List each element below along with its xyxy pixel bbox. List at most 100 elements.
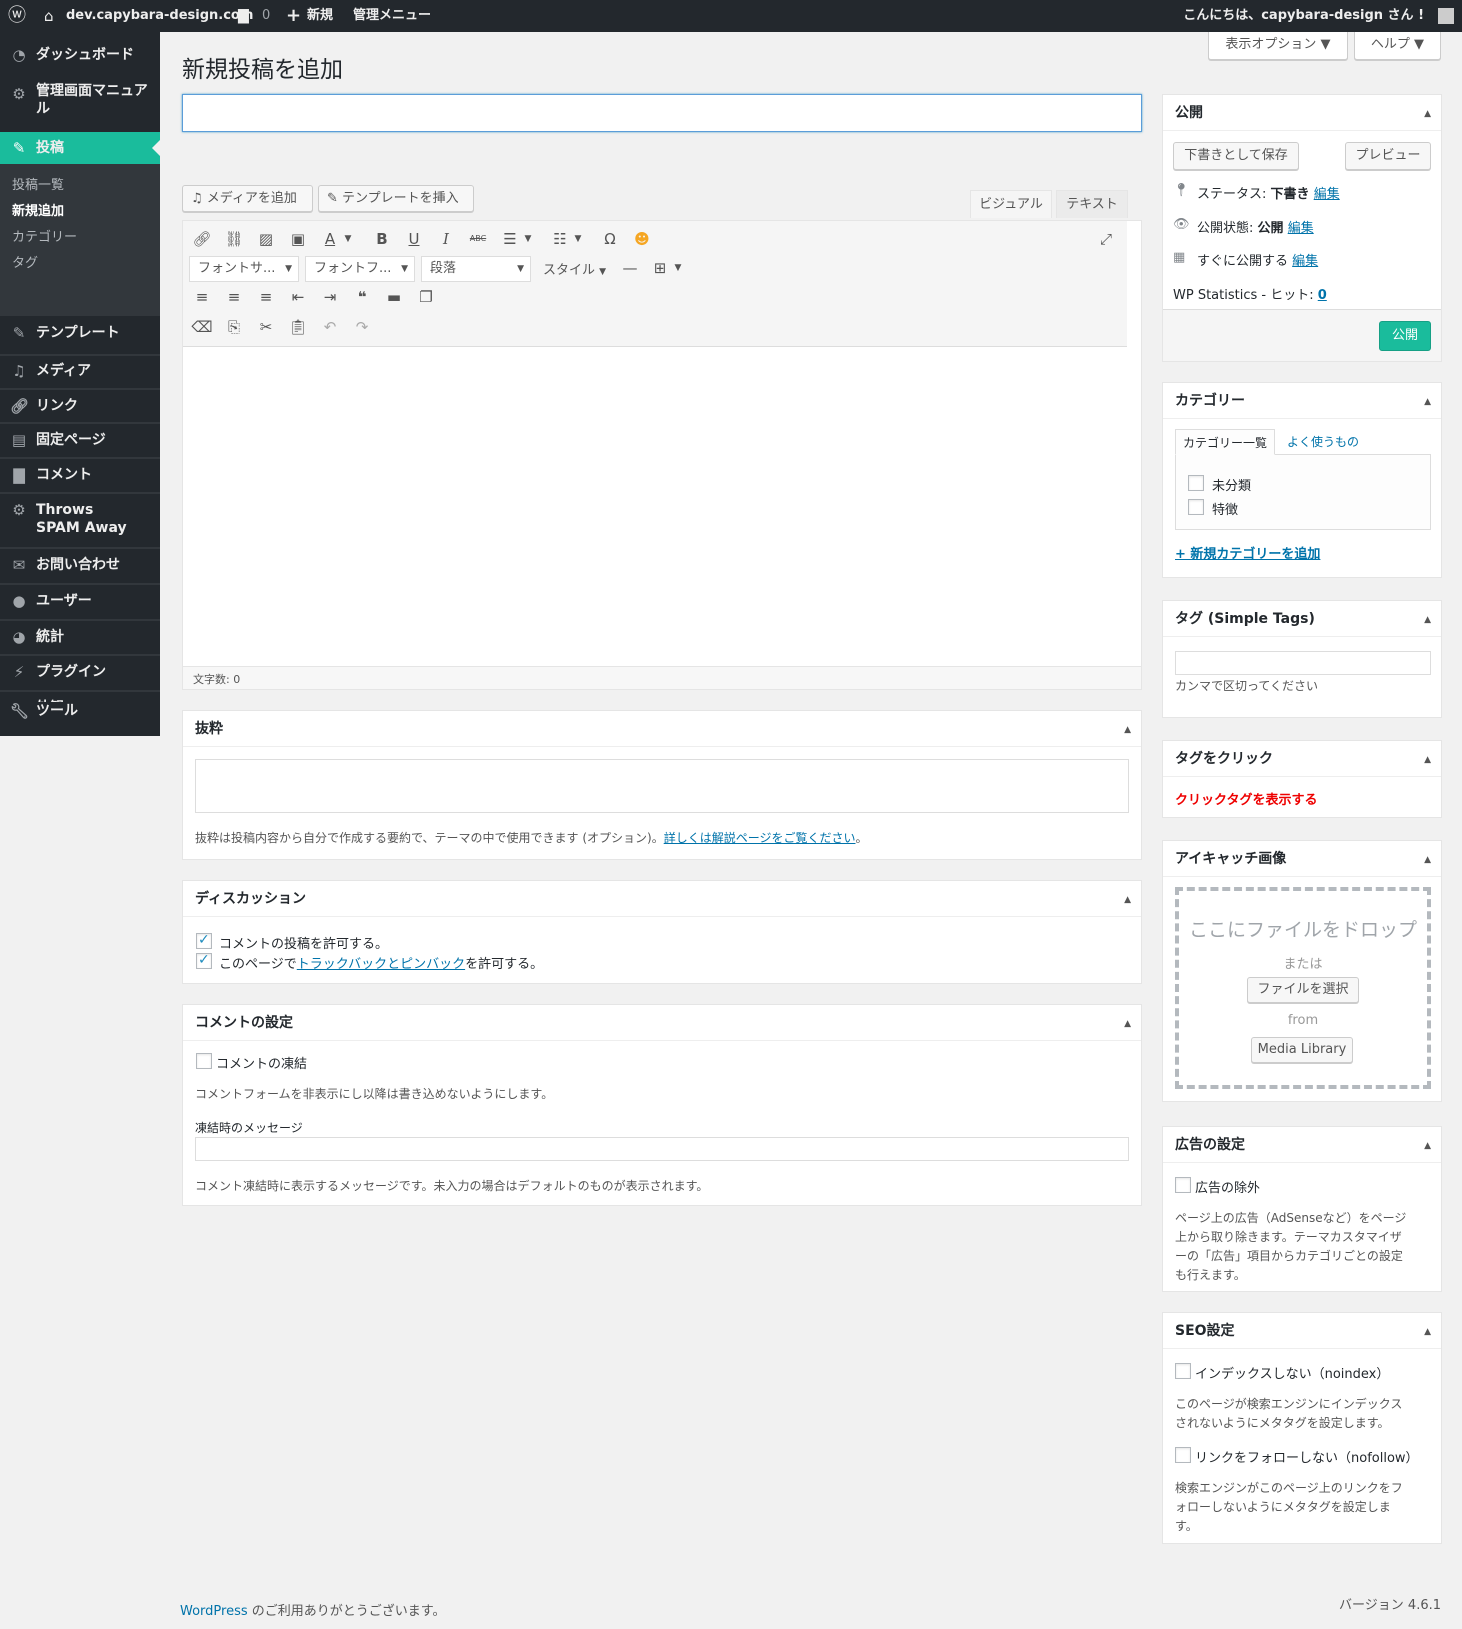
- add-category-link[interactable]: + 新規カテゴリーを追加: [1175, 543, 1320, 562]
- collapse-arrow-icon[interactable]: ▲: [1424, 615, 1431, 625]
- add-media-button[interactable]: ♫ メディアを追加: [182, 185, 313, 212]
- italic-icon[interactable]: I: [435, 228, 457, 250]
- paste-icon[interactable]: 📋︎: [287, 316, 309, 338]
- submenu-add-new[interactable]: 新規追加: [12, 200, 64, 219]
- tab-all-categories[interactable]: カテゴリー一覧: [1175, 429, 1275, 455]
- edit-visibility-link[interactable]: 編集: [1288, 221, 1314, 236]
- wordpress-logo-icon[interactable]: ⓦ: [8, 0, 26, 32]
- noindex-checkbox[interactable]: [1175, 1363, 1191, 1379]
- sidebar-item-users[interactable]: ● ユーザー: [0, 592, 160, 616]
- unlink-icon[interactable]: ⛓: [223, 228, 245, 250]
- new-content-link[interactable]: 新規: [307, 0, 333, 32]
- sidebar-item-contact[interactable]: ✉ お問い合わせ: [0, 556, 160, 580]
- copy-icon[interactable]: ⎘: [223, 316, 245, 338]
- chevron-down-icon[interactable]: ▼: [337, 228, 359, 250]
- excerpt-textarea[interactable]: [195, 759, 1129, 813]
- edit-schedule-link[interactable]: 編集: [1292, 254, 1318, 269]
- collapse-arrow-icon[interactable]: ▲: [1124, 725, 1131, 735]
- drop-zone[interactable]: ここにファイルをドロップ または ファイルを選択 from Media Libr…: [1175, 887, 1431, 1089]
- redo-icon[interactable]: ↷: [351, 316, 373, 338]
- eyecatch-title[interactable]: アイキャッチ画像: [1163, 841, 1441, 877]
- strikethrough-icon[interactable]: ABC: [467, 228, 489, 250]
- select-file-button[interactable]: ファイルを選択: [1247, 977, 1359, 1003]
- discussion-title[interactable]: ディスカッション: [183, 881, 1141, 917]
- allow-comments-checkbox[interactable]: [196, 932, 212, 949]
- excerpt-title[interactable]: 抜粋: [183, 711, 1141, 747]
- click-tags-title[interactable]: タグをクリック: [1163, 741, 1441, 777]
- submenu-tags[interactable]: タグ: [12, 252, 38, 271]
- image-icon[interactable]: ▨: [255, 228, 277, 250]
- underline-icon[interactable]: U: [403, 228, 425, 250]
- chevron-down-icon[interactable]: ▼: [517, 228, 539, 250]
- align-left-icon[interactable]: ≡: [191, 286, 213, 308]
- show-click-tags-link[interactable]: クリックタグを表示する: [1175, 789, 1317, 808]
- freeze-message-input[interactable]: [195, 1137, 1129, 1161]
- sidebar-item-templates[interactable]: ✎ テンプレート: [0, 324, 160, 348]
- home-icon[interactable]: ⌂: [44, 0, 54, 32]
- styles-select[interactable]: スタイル ▼: [543, 259, 606, 278]
- post-title-input[interactable]: [182, 94, 1142, 132]
- editor-content-area[interactable]: [183, 348, 1141, 666]
- wp-stats-value[interactable]: 0: [1318, 288, 1327, 303]
- avatar[interactable]: [1438, 8, 1454, 24]
- comment-settings-title[interactable]: コメントの設定: [183, 1005, 1141, 1041]
- video-icon[interactable]: ▣: [287, 228, 309, 250]
- collapse-arrow-icon[interactable]: ▲: [1424, 1327, 1431, 1337]
- bold-icon[interactable]: B: [371, 228, 393, 250]
- sidebar-item-dashboard[interactable]: ◔ ダッシュボード: [0, 46, 160, 74]
- ads-title[interactable]: 広告の設定: [1163, 1127, 1441, 1163]
- insert-template-button[interactable]: ✎ テンプレートを挿入: [318, 185, 474, 212]
- save-draft-button[interactable]: 下書きとして保存: [1173, 142, 1299, 170]
- seo-title[interactable]: SEO設定: [1163, 1313, 1441, 1349]
- link-icon[interactable]: 🔗︎: [191, 228, 213, 250]
- categories-title[interactable]: カテゴリー: [1163, 383, 1441, 419]
- category-checkbox[interactable]: [1188, 499, 1204, 515]
- sidebar-item-comments[interactable]: ▇ コメント: [0, 466, 160, 490]
- omega-icon[interactable]: Ω: [599, 228, 621, 250]
- align-right-icon[interactable]: ≡: [255, 286, 277, 308]
- sidebar-item-media[interactable]: ♫ メディア: [0, 362, 160, 386]
- align-center-icon[interactable]: ≡: [223, 286, 245, 308]
- sidebar-item-tools[interactable]: 🔧︎ ツール: [0, 702, 160, 726]
- eraser-icon[interactable]: ⌫: [191, 316, 213, 338]
- more-tag-icon[interactable]: ▬: [383, 286, 405, 308]
- wordpress-link[interactable]: WordPress: [180, 1604, 248, 1619]
- chevron-down-icon[interactable]: ▼: [667, 257, 689, 279]
- chevron-down-icon[interactable]: ▼: [567, 228, 589, 250]
- tab-popular-categories[interactable]: よく使うもの: [1287, 429, 1359, 455]
- emoji-icon[interactable]: ☻: [631, 228, 653, 250]
- comments-count[interactable]: 0: [262, 0, 270, 32]
- sidebar-item-throws-spam-away[interactable]: ⚙ Throws SPAM Away: [0, 501, 160, 541]
- sidebar-item-manual[interactable]: ⚙ 管理画面マニュアル: [0, 82, 160, 122]
- admin-menu-link[interactable]: 管理メニュー: [353, 0, 431, 32]
- collapse-arrow-icon[interactable]: ▲: [1424, 855, 1431, 865]
- help-button[interactable]: ヘルプ ▼: [1354, 32, 1441, 60]
- undo-icon[interactable]: ↶: [319, 316, 341, 338]
- cut-icon[interactable]: ✂: [255, 316, 277, 338]
- submenu-categories[interactable]: カテゴリー: [12, 226, 77, 245]
- exclude-ads-checkbox[interactable]: [1175, 1177, 1191, 1193]
- submenu-all-posts[interactable]: 投稿一覧: [12, 174, 64, 193]
- category-checkbox[interactable]: [1188, 475, 1204, 491]
- preview-button[interactable]: プレビュー: [1345, 142, 1431, 170]
- tags-input[interactable]: [1175, 651, 1431, 675]
- site-name-link[interactable]: dev.capybara-design.com: [66, 0, 253, 32]
- sidebar-item-posts[interactable]: ✎ 投稿: [0, 132, 160, 164]
- outdent-icon[interactable]: ⇤: [287, 286, 309, 308]
- collapse-arrow-icon[interactable]: ▲: [1424, 397, 1431, 407]
- blockquote-icon[interactable]: ❝: [351, 286, 373, 308]
- comment-icon[interactable]: ▇: [238, 0, 249, 32]
- tab-text[interactable]: テキスト: [1056, 190, 1128, 218]
- indent-icon[interactable]: ⇥: [319, 286, 341, 308]
- collapse-arrow-icon[interactable]: ▲: [1124, 1019, 1131, 1029]
- paragraph-select[interactable]: 段落 ▼: [421, 256, 531, 282]
- freeze-comments-checkbox[interactable]: [196, 1053, 212, 1069]
- collapse-arrow-icon[interactable]: ▲: [1424, 109, 1431, 119]
- sidebar-item-stats[interactable]: ◕ 統計: [0, 628, 160, 652]
- media-library-button[interactable]: Media Library: [1251, 1037, 1353, 1063]
- edit-status-link[interactable]: 編集: [1314, 187, 1340, 202]
- nofollow-checkbox[interactable]: [1175, 1447, 1191, 1463]
- sidebar-item-plugins[interactable]: ⚡ プラグイン: [0, 663, 160, 687]
- collapse-arrow-icon[interactable]: ▲: [1424, 1141, 1431, 1151]
- screen-options-button[interactable]: 表示オプション ▼: [1208, 32, 1348, 60]
